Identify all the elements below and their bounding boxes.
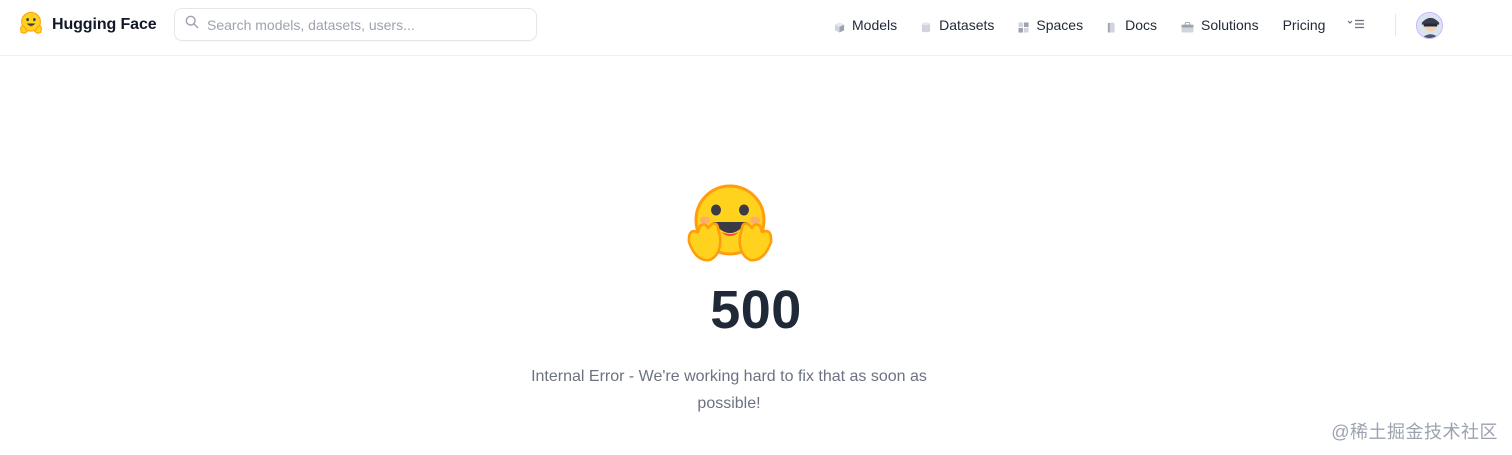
grid-icon xyxy=(1018,20,1029,33)
nav-docs-label: Docs xyxy=(1125,17,1157,33)
nav-divider xyxy=(1395,14,1396,36)
hugging-face-emoji-icon xyxy=(686,182,774,264)
main-nav: Models Datasets Spaces Docs Solutions Pr… xyxy=(834,13,1365,37)
watermark-text: @稀土掘金技术社区 xyxy=(1331,422,1498,442)
search-bar[interactable] xyxy=(174,8,537,41)
search-input[interactable] xyxy=(207,9,536,40)
nav-solutions-label: Solutions xyxy=(1201,17,1259,33)
top-navbar: Hugging Face Models Datasets xyxy=(0,0,1512,56)
brand-link[interactable]: Hugging Face xyxy=(18,11,157,39)
error-page: 500 Internal Error - We're working hard … xyxy=(0,57,1512,455)
database-icon xyxy=(921,20,932,32)
error-message: Internal Error - We're working hard to f… xyxy=(531,368,927,412)
nav-models[interactable]: Models xyxy=(834,17,897,33)
nav-solutions[interactable]: Solutions xyxy=(1181,17,1259,33)
more-menu-button[interactable] xyxy=(1347,18,1365,33)
nav-spaces[interactable]: Spaces xyxy=(1018,17,1083,33)
nav-pricing-label: Pricing xyxy=(1282,17,1326,33)
nav-datasets[interactable]: Datasets xyxy=(921,17,994,33)
book-icon xyxy=(1107,20,1118,32)
user-avatar[interactable] xyxy=(1416,12,1443,39)
nav-pricing[interactable]: Pricing xyxy=(1283,17,1326,33)
error-code: 500 xyxy=(710,280,802,340)
nav-spaces-label: Spaces xyxy=(1036,17,1084,33)
cube-icon xyxy=(834,20,845,33)
user-avatar-icon xyxy=(1417,13,1442,38)
more-menu-icon xyxy=(1347,18,1365,33)
nav-docs[interactable]: Docs xyxy=(1107,17,1157,33)
nav-datasets-label: Datasets xyxy=(939,17,995,33)
hugging-face-logo-icon xyxy=(18,10,44,41)
search-icon xyxy=(185,15,199,34)
brand-name: Hugging Face xyxy=(52,16,157,33)
nav-models-label: Models xyxy=(852,17,898,33)
briefcase-icon xyxy=(1181,20,1194,33)
